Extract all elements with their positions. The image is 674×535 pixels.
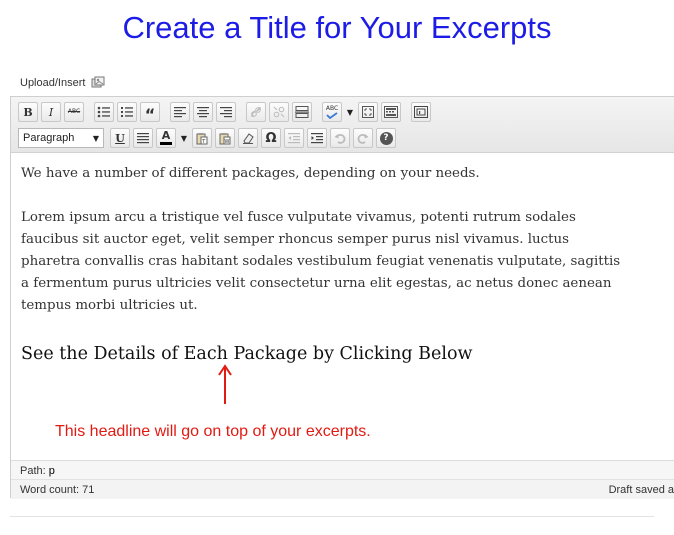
upload-insert[interactable]: Upload/Insert xyxy=(20,74,105,92)
bold-button[interactable]: B xyxy=(18,102,38,122)
align-center-button[interactable] xyxy=(193,102,213,122)
rich-text-editor: B I ABC “ ABC ▼ Paragraph ▼ U A ▼ T W Ω … xyxy=(10,96,674,499)
justify-button[interactable] xyxy=(133,128,153,148)
link-icon xyxy=(251,107,261,117)
unlink-icon xyxy=(273,106,285,118)
fullscreen-button[interactable] xyxy=(358,102,378,122)
text-color-swatch xyxy=(160,142,172,145)
excerpt-headline: See the Details of Each Package by Click… xyxy=(21,344,473,364)
distraction-free-icon xyxy=(414,106,428,118)
redo-button[interactable] xyxy=(353,128,373,148)
format-select[interactable]: Paragraph ▼ xyxy=(18,128,104,148)
justify-icon xyxy=(137,133,149,144)
align-right-button[interactable] xyxy=(216,102,236,122)
element-path: Path: p xyxy=(20,465,55,477)
word-count-bar: Word count: 71 Draft saved a xyxy=(11,479,674,499)
unlink-button[interactable] xyxy=(269,102,289,122)
caret-down-icon: ▼ xyxy=(180,133,188,143)
word-count-value: 71 xyxy=(82,484,95,496)
paste-word-button[interactable]: W xyxy=(215,128,235,148)
indent-icon xyxy=(311,133,323,144)
help-icon: ? xyxy=(379,131,393,145)
paste-text-button[interactable]: T xyxy=(192,128,212,148)
arrow-up-icon xyxy=(218,364,232,404)
divider xyxy=(10,516,654,517)
distraction-free-button[interactable] xyxy=(411,102,431,122)
editor-content[interactable]: We have a number of different packages, … xyxy=(11,153,674,460)
special-character-button[interactable]: Ω xyxy=(261,128,281,148)
media-icon[interactable] xyxy=(91,76,105,90)
help-button[interactable]: ? xyxy=(376,128,396,148)
checkmark-icon xyxy=(326,112,338,119)
kitchen-sink-icon xyxy=(384,106,398,118)
align-center-icon xyxy=(197,107,209,118)
content-paragraph-2: Lorem ipsum arcu a tristique vel fusce v… xyxy=(21,210,621,313)
content-paragraph-1: We have a number of different packages, … xyxy=(21,166,480,181)
headline-annotation: This headline will go on top of your exc… xyxy=(55,423,371,440)
text-color-button[interactable]: A xyxy=(156,128,176,148)
blockquote-button[interactable]: “ xyxy=(140,102,160,123)
align-left-icon xyxy=(174,107,186,118)
page-title: Create a Title for Your Excerpts xyxy=(122,10,552,45)
outdent-icon xyxy=(288,133,300,144)
text-color-label: A xyxy=(161,129,171,142)
paste-text-icon: T xyxy=(196,132,208,145)
undo-button[interactable] xyxy=(330,128,350,148)
numbered-list-button[interactable] xyxy=(117,102,137,122)
toolbar-row-1: B I ABC “ ABC ▼ xyxy=(18,102,431,123)
editor-toolbar: B I ABC “ ABC ▼ Paragraph ▼ U A ▼ T W Ω … xyxy=(11,97,674,153)
format-select-value: Paragraph xyxy=(23,132,75,144)
word-count-label: Word count: xyxy=(20,484,80,496)
path-label: Path: xyxy=(20,465,46,477)
caret-down-icon: ▼ xyxy=(346,107,354,117)
undo-icon xyxy=(334,134,346,144)
numbered-list-icon xyxy=(121,107,133,117)
spellcheck-button[interactable]: ABC xyxy=(322,102,342,122)
toolbar-row-2: Paragraph ▼ U A ▼ T W Ω ? xyxy=(18,128,396,148)
underline-button[interactable]: U xyxy=(110,128,130,148)
upload-insert-label: Upload/Insert xyxy=(20,77,86,89)
editor-status-bar: Path: p Word count: 71 Draft saved a xyxy=(11,460,674,499)
italic-button[interactable]: I xyxy=(41,102,61,122)
spellcheck-language-dropdown[interactable]: ▼ xyxy=(345,102,355,122)
kitchen-sink-button[interactable] xyxy=(381,102,401,122)
indent-button[interactable] xyxy=(307,128,327,148)
eraser-icon xyxy=(243,133,254,144)
strikethrough-button[interactable]: ABC xyxy=(64,102,84,122)
bullet-list-icon xyxy=(97,106,110,118)
redo-icon xyxy=(357,134,369,144)
insert-link-button[interactable] xyxy=(246,102,266,122)
insert-more-button[interactable] xyxy=(292,102,312,122)
bullet-list-button[interactable] xyxy=(94,102,114,122)
more-tag-icon xyxy=(295,106,309,118)
draft-saved-status: Draft saved a xyxy=(608,484,674,496)
spellcheck-label: ABC xyxy=(325,105,339,112)
word-count: Word count: 71 xyxy=(20,484,94,496)
align-right-icon xyxy=(220,107,232,118)
svg-text:W: W xyxy=(225,139,230,145)
align-left-button[interactable] xyxy=(170,102,190,122)
clear-formatting-button[interactable] xyxy=(238,128,258,148)
caret-down-icon: ▼ xyxy=(92,133,99,143)
path-element-p[interactable]: p xyxy=(49,465,55,477)
outdent-button[interactable] xyxy=(284,128,304,148)
fullscreen-icon xyxy=(362,106,374,118)
text-color-dropdown[interactable]: ▼ xyxy=(179,128,189,148)
paste-word-icon: W xyxy=(219,132,231,145)
